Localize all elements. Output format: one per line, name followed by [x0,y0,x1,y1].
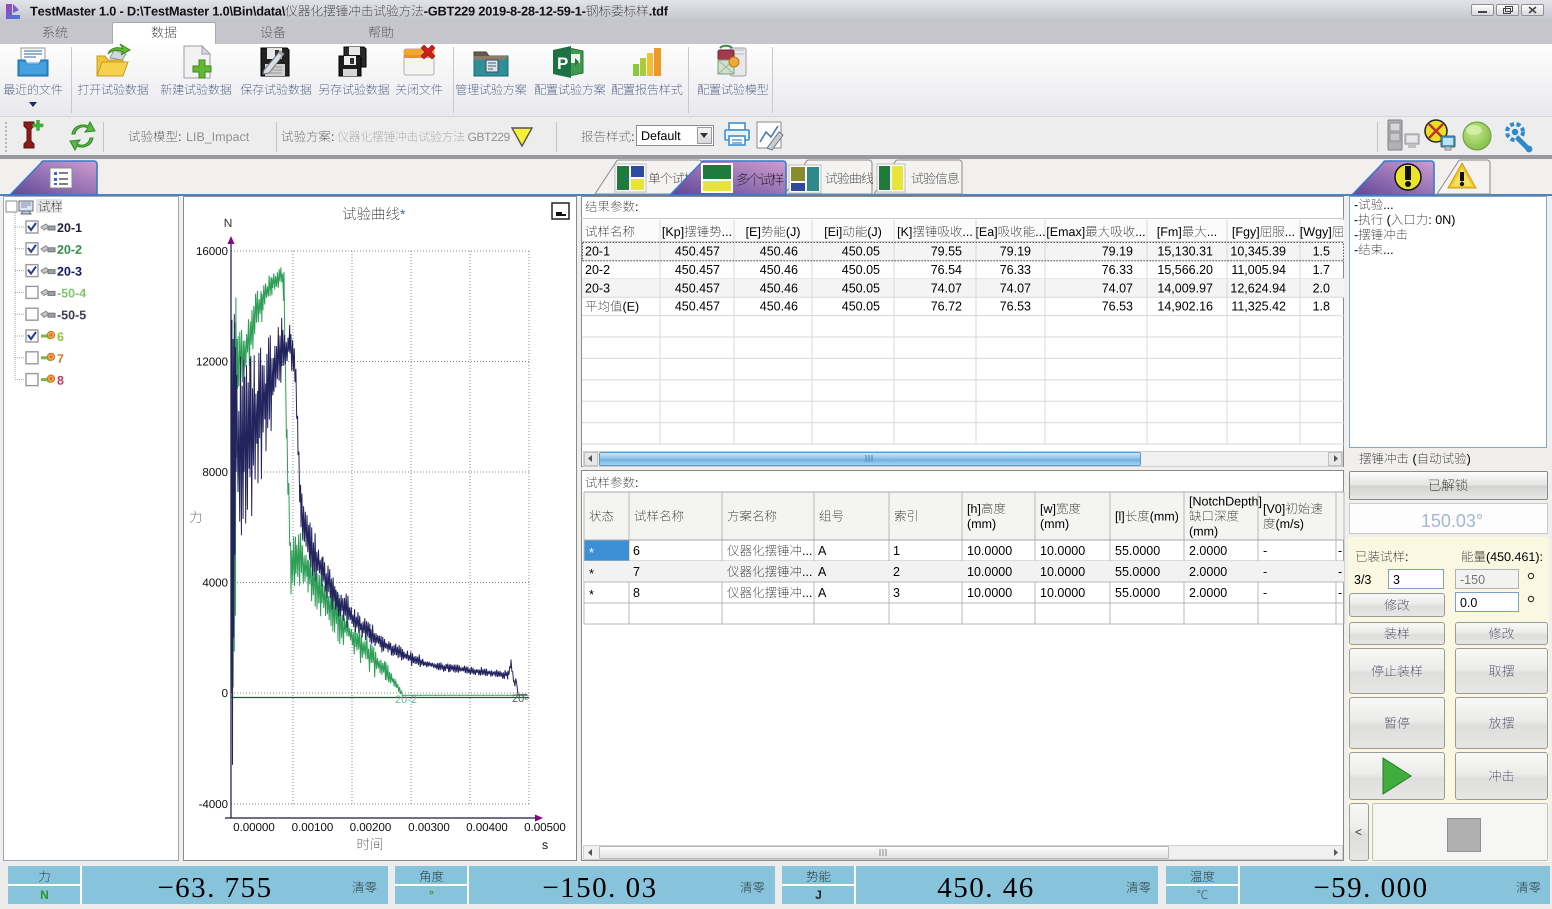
svg-text:450.46: 450.46 [760,281,798,295]
svg-text:450.457: 450.457 [675,281,720,295]
svg-text:10.0000: 10.0000 [967,544,1012,558]
svg-text:79.19: 79.19 [1000,245,1031,259]
svg-text:-: - [1338,565,1342,579]
svg-text:A: A [818,586,827,600]
svg-text:2.0000: 2.0000 [1189,544,1227,558]
svg-text:-: - [1263,544,1267,558]
svg-text:J: J [815,888,822,902]
svg-text:20-1: 20-1 [585,245,610,259]
svg-text:10.0000: 10.0000 [1040,544,1085,558]
svg-text:10.0000: 10.0000 [1040,565,1085,579]
svg-text:A: A [818,544,827,558]
svg-text:20-2: 20-2 [585,263,610,277]
svg-text:450.457: 450.457 [675,245,720,259]
svg-text:76.72: 76.72 [931,300,962,314]
svg-text:74.07: 74.07 [1102,281,1133,295]
svg-text:450.05: 450.05 [842,300,880,314]
svg-text:450.46: 450.46 [760,263,798,277]
svg-text:450.05: 450.05 [842,263,880,277]
svg-text:450. 46: 450. 46 [937,872,1035,904]
svg-text:76.53: 76.53 [1102,300,1133,314]
svg-text:15,130.31: 15,130.31 [1157,245,1213,259]
svg-text:−150. 03: −150. 03 [542,872,657,904]
svg-text:P: P [557,54,568,73]
svg-text:76.33: 76.33 [1000,263,1031,277]
svg-text:1: 1 [893,544,900,558]
svg-text:1.5: 1.5 [1313,245,1330,259]
svg-text:14,902.16: 14,902.16 [1157,300,1213,314]
svg-text:3: 3 [1393,573,1400,587]
svg-text:450.46: 450.46 [760,300,798,314]
svg-text:3: 3 [893,586,900,600]
svg-text:20-3: 20-3 [585,281,610,295]
svg-text:10.0000: 10.0000 [967,565,1012,579]
svg-text:-: - [1263,565,1267,579]
svg-text:10.0000: 10.0000 [967,586,1012,600]
svg-text:15,566.20: 15,566.20 [1157,263,1213,277]
svg-text:10,345.39: 10,345.39 [1230,245,1286,259]
svg-text:450.05: 450.05 [842,281,880,295]
svg-text:74.07: 74.07 [931,281,962,295]
svg-text:6: 6 [633,544,640,558]
svg-text:55.0000: 55.0000 [1115,586,1160,600]
svg-text:−63. 755: −63. 755 [157,872,272,904]
svg-text:-: - [1338,586,1342,600]
svg-text:79.55: 79.55 [931,245,962,259]
svg-text:10.0000: 10.0000 [1040,586,1085,600]
svg-text:*: * [589,566,594,581]
svg-text:450.46: 450.46 [760,245,798,259]
svg-text:450.05: 450.05 [842,245,880,259]
svg-text:N: N [40,888,49,902]
svg-text:7: 7 [633,565,640,579]
svg-text:-: - [1338,544,1342,558]
svg-text:12,624.94: 12,624.94 [1230,281,1286,295]
svg-text:150.03°: 150.03° [1421,511,1483,531]
svg-text:*: * [589,587,594,602]
svg-text:3/3: 3/3 [1354,573,1371,587]
svg-text:79.19: 79.19 [1102,245,1133,259]
svg-text:76.33: 76.33 [1102,263,1133,277]
svg-text:*: * [589,545,594,560]
svg-text:55.0000: 55.0000 [1115,544,1160,558]
svg-text:14,009.97: 14,009.97 [1157,281,1213,295]
svg-text:A: A [818,565,827,579]
svg-text:2.0000: 2.0000 [1189,565,1227,579]
svg-text:-: - [1263,586,1267,600]
svg-text:2.0000: 2.0000 [1189,586,1227,600]
svg-text:2.0: 2.0 [1313,281,1330,295]
svg-text:11,325.42: 11,325.42 [1231,300,1286,314]
svg-text:11,005.94: 11,005.94 [1231,263,1286,277]
svg-text:*: * [400,206,406,222]
svg-text:8: 8 [633,586,640,600]
svg-text:0.0: 0.0 [1460,596,1477,610]
svg-text:450.457: 450.457 [675,300,720,314]
svg-text:−59. 000: −59. 000 [1313,872,1428,904]
svg-text:2: 2 [893,565,900,579]
svg-text:-150: -150 [1460,573,1485,587]
svg-text:1.7: 1.7 [1313,263,1330,277]
svg-text:450.457: 450.457 [675,263,720,277]
svg-text:55.0000: 55.0000 [1115,565,1160,579]
svg-text:1.8: 1.8 [1313,300,1330,314]
svg-text:76.53: 76.53 [1000,300,1031,314]
svg-text:<: < [1355,825,1362,839]
svg-text:76.54: 76.54 [931,263,962,277]
svg-text:74.07: 74.07 [1000,281,1031,295]
